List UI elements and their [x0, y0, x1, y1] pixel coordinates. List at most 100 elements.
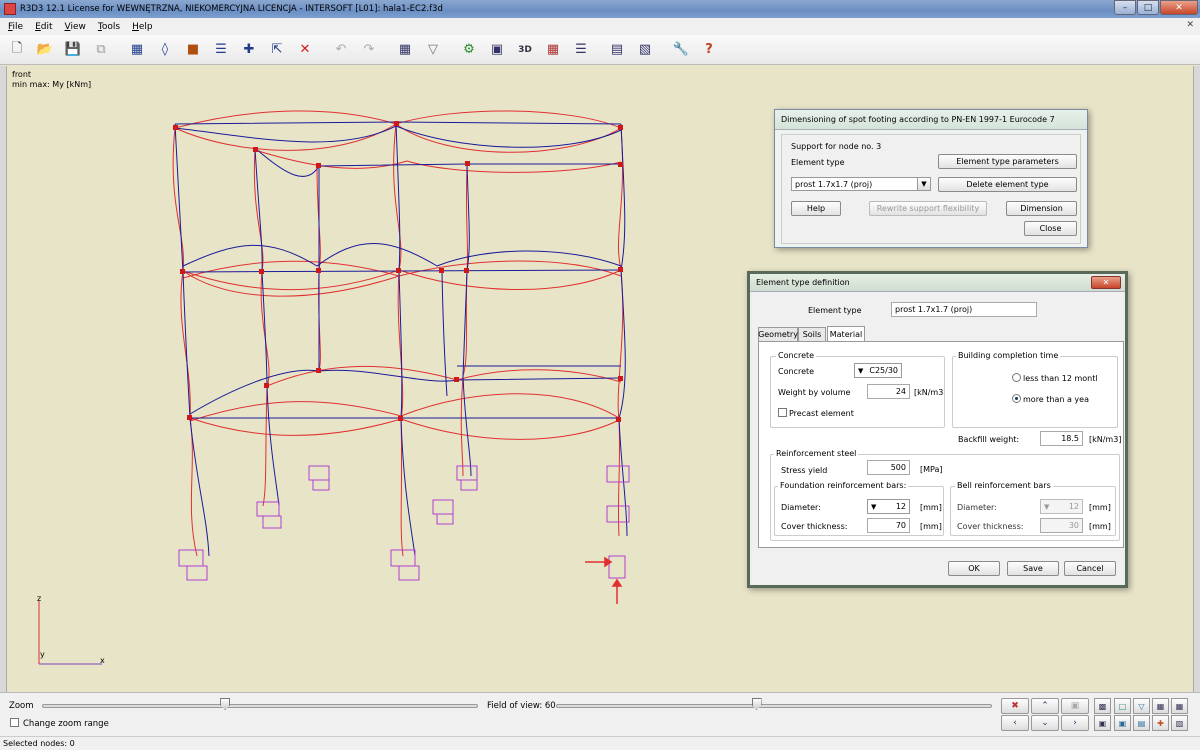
undo-icon[interactable]: ↶: [330, 39, 352, 61]
layout-icon[interactable]: ▧: [1171, 715, 1188, 731]
layers-icon[interactable]: ☰: [570, 39, 592, 61]
display-mode-icon[interactable]: ▩: [1094, 698, 1111, 714]
stress-yield-field[interactable]: 500: [867, 460, 910, 475]
tab-soils[interactable]: Soils: [798, 327, 826, 341]
settings-icon[interactable]: 🔧: [670, 39, 692, 61]
rotate-down-icon[interactable]: ⌄: [1031, 715, 1059, 731]
completion-time-group: [952, 356, 1118, 428]
spot-footing-dialog: Dimensioning of spot footing according t…: [774, 109, 1088, 248]
frame-icon[interactable]: ▦: [126, 39, 148, 61]
precast-checkbox[interactable]: [778, 408, 787, 417]
menu-edit[interactable]: Edit: [29, 22, 58, 32]
bottom-controls: Zoom Field of view: 60 Change zoom range…: [0, 692, 1200, 736]
menu-bar: File Edit View Tools Help ✕: [0, 18, 1200, 35]
menu-view[interactable]: View: [59, 22, 92, 32]
rotate-right-icon[interactable]: ›: [1061, 715, 1089, 731]
dimension-button[interactable]: Dimension: [1006, 201, 1077, 216]
help-icon[interactable]: ?: [698, 39, 720, 61]
close-window-button[interactable]: ✕: [1160, 0, 1198, 15]
minimize-button[interactable]: –: [1114, 0, 1136, 15]
node-icon[interactable]: ◊: [154, 39, 176, 61]
save-icon[interactable]: 💾: [62, 39, 84, 61]
menu-help[interactable]: Help: [126, 22, 159, 32]
diameter-select[interactable]: ▼ 12: [867, 499, 910, 514]
grid-icon[interactable]: ▦: [542, 39, 564, 61]
zoom-fit-icon[interactable]: ▤: [1133, 715, 1150, 731]
grid-view-icon[interactable]: ▦: [1152, 698, 1169, 714]
chevron-down-icon: ▼: [871, 502, 877, 511]
3d-icon[interactable]: 3D: [514, 39, 536, 61]
supports: [178, 465, 630, 581]
rotate-up-icon[interactable]: ⌃: [1031, 698, 1059, 714]
axis-x-label: x: [100, 656, 105, 665]
stress-yield-unit: [MPa]: [920, 465, 943, 474]
render-icon[interactable]: ▣: [1094, 715, 1111, 731]
title-bar: R3D3 12.1 License for WEWNĘTRZNA, NIEKOM…: [0, 0, 1200, 18]
maximize-button[interactable]: □: [1137, 0, 1159, 15]
help-button[interactable]: Help: [791, 201, 841, 216]
field-of-view-slider-thumb[interactable]: [751, 698, 762, 710]
concrete-select[interactable]: ▼ C25/30: [854, 363, 902, 378]
open-icon[interactable]: 📂: [34, 39, 56, 61]
table-icon[interactable]: ▦: [394, 39, 416, 61]
zoom-slider-thumb[interactable]: [220, 698, 231, 710]
element-type-name-field[interactable]: prost 1.7x1.7 (proj): [891, 302, 1037, 317]
lock-icon[interactable]: ▣: [1061, 698, 1089, 714]
element-type-select[interactable]: prost 1.7x1.7 (proj) ▼: [791, 177, 931, 191]
bars-icon[interactable]: ☰: [210, 39, 232, 61]
radio-more-than-a-year[interactable]: [1012, 394, 1021, 403]
save-button[interactable]: Save: [1007, 561, 1059, 576]
selected-support-markers: [585, 556, 623, 604]
support-icon[interactable]: ■: [182, 39, 204, 61]
redo-icon[interactable]: ↷: [358, 39, 380, 61]
viewport-scrollbar[interactable]: [1193, 66, 1200, 692]
field-of-view-slider[interactable]: [556, 704, 992, 708]
bell-cover-field[interactable]: 30: [1040, 518, 1083, 533]
grid-toggle-icon[interactable]: ▦: [1171, 698, 1188, 714]
delete-icon[interactable]: ✕: [294, 39, 316, 61]
filter-icon[interactable]: ▽: [422, 39, 444, 61]
bell-bars-label: Bell reinforcement bars: [955, 481, 1053, 490]
rewrite-support-flexibility-button[interactable]: Rewrite support flexibility: [869, 201, 987, 216]
diameter-select-value: 12: [895, 502, 906, 511]
analysis-icon[interactable]: ⚙: [458, 39, 480, 61]
mdi-close-icon[interactable]: ✕: [1186, 20, 1194, 30]
bell-diameter-unit: [mm]: [1089, 503, 1111, 512]
radio-less-than-12-months[interactable]: [1012, 373, 1021, 382]
view-icon[interactable]: ▣: [486, 39, 508, 61]
element-type-dialog: Element type definition ✕ Element type p…: [747, 271, 1128, 588]
close-button[interactable]: Close: [1024, 221, 1077, 236]
weight-field[interactable]: 24: [867, 384, 910, 399]
weight-label: Weight by volume: [778, 388, 851, 397]
view-front-icon[interactable]: □: [1114, 698, 1131, 714]
zoom-slider[interactable]: [42, 704, 478, 708]
report-icon[interactable]: ▧: [634, 39, 656, 61]
calculator-icon[interactable]: ▤: [606, 39, 628, 61]
dialog-close-icon[interactable]: ✕: [1091, 276, 1121, 289]
delete-element-type-button[interactable]: Delete element type: [938, 177, 1077, 192]
reset-view-button[interactable]: ✖: [1001, 698, 1029, 714]
element-type-parameters-button[interactable]: Element type parameters: [938, 154, 1077, 169]
select-icon[interactable]: ⇱: [266, 39, 288, 61]
bell-diameter-select[interactable]: ▼ 12: [1040, 499, 1083, 514]
copy-icon[interactable]: ⧉: [90, 39, 112, 61]
filter-view-icon[interactable]: ▽: [1133, 698, 1150, 714]
change-zoom-range-checkbox[interactable]: [10, 718, 19, 727]
cover-thickness-field[interactable]: 70: [867, 518, 910, 533]
zoom-window-icon[interactable]: ▣: [1114, 715, 1131, 731]
menu-tools[interactable]: Tools: [92, 22, 126, 32]
pan-icon[interactable]: ✚: [1152, 715, 1169, 731]
new-icon[interactable]: 🗋: [6, 39, 28, 61]
backfill-label: Backfill weight:: [958, 435, 1020, 444]
window-title: R3D3 12.1 License for WEWNĘTRZNA, NIEKOM…: [20, 4, 443, 14]
cancel-button[interactable]: Cancel: [1064, 561, 1116, 576]
diameter-label: Diameter:: [781, 503, 821, 512]
rotate-left-icon[interactable]: ‹: [1001, 715, 1029, 731]
tab-material[interactable]: Material: [827, 326, 865, 341]
tab-geometry[interactable]: Geometry: [758, 327, 798, 341]
backfill-field[interactable]: 18.5: [1040, 431, 1083, 446]
menu-file[interactable]: File: [2, 22, 29, 32]
ok-button[interactable]: OK: [948, 561, 1000, 576]
app-icon: [4, 3, 16, 15]
measure-icon[interactable]: ✚: [238, 39, 260, 61]
